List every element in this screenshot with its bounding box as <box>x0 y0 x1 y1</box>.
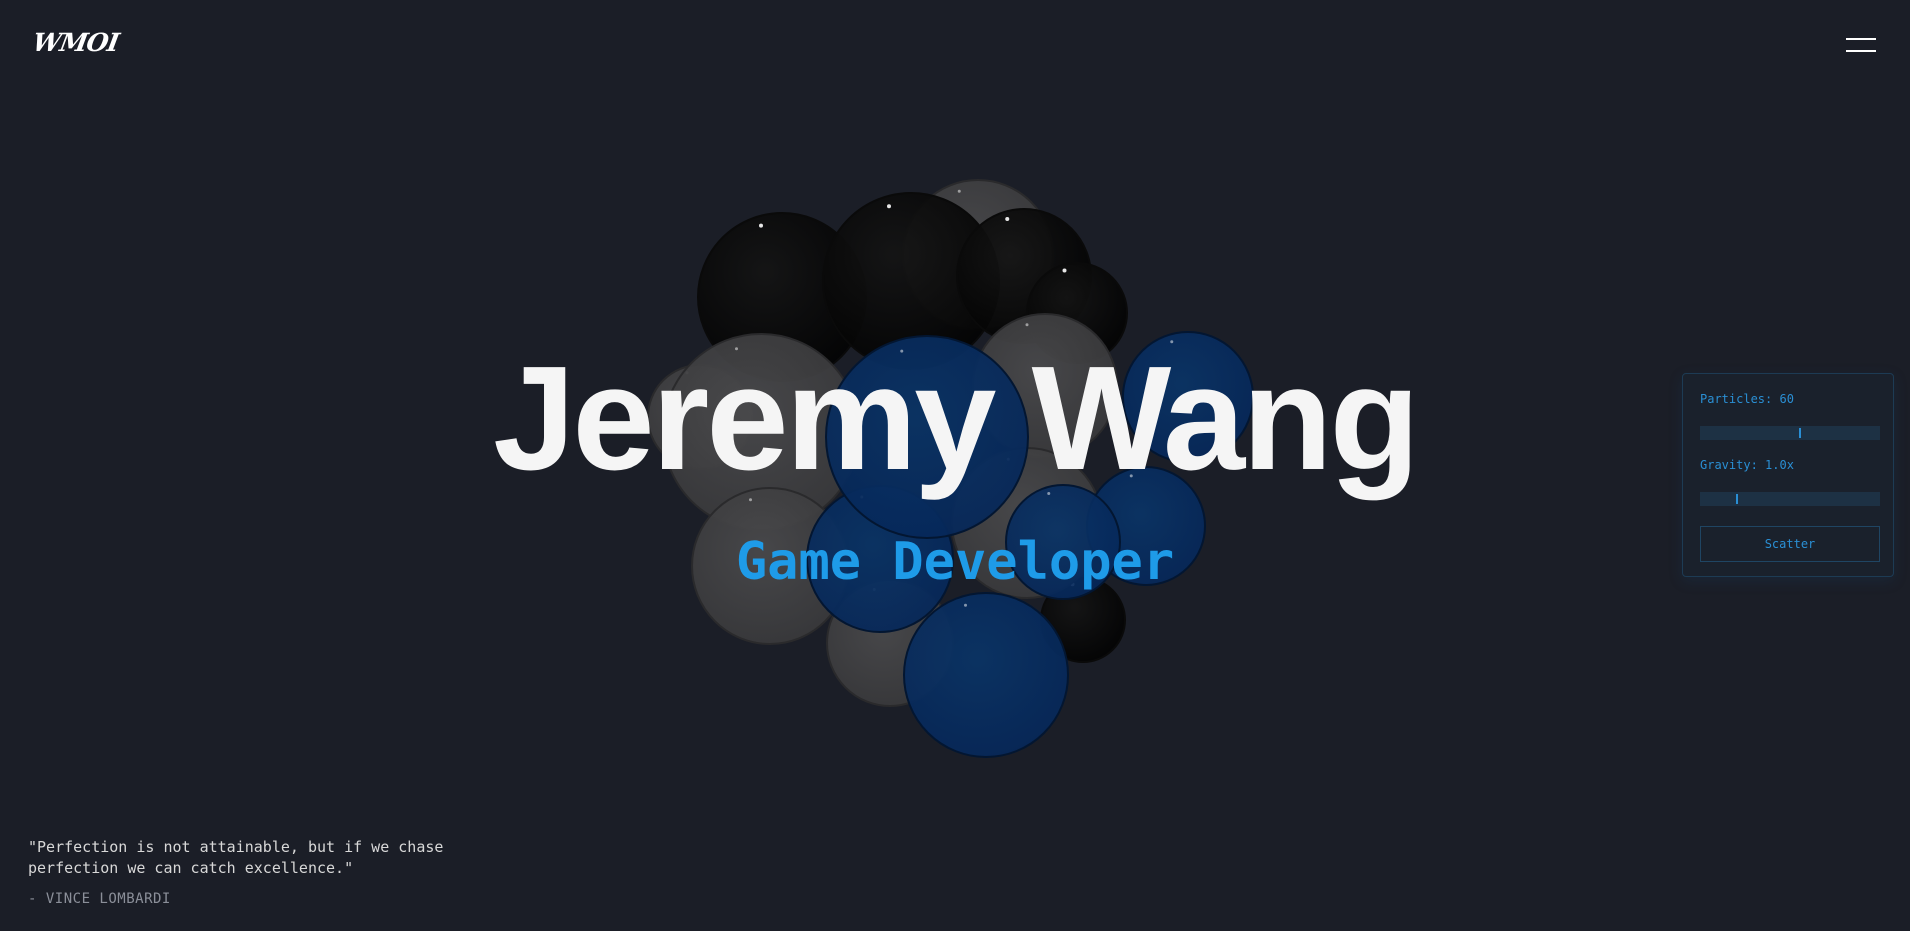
particles-label: Particles: 60 <box>1700 392 1794 406</box>
bubble-highlight <box>964 603 967 607</box>
gravity-slider-thumb[interactable] <box>1736 494 1738 504</box>
bubble-highlight <box>1005 217 1010 222</box>
particles-slider[interactable] <box>1700 426 1880 440</box>
gravity-label: Gravity: 1.0x <box>1700 458 1794 472</box>
hero-name: Jeremy Wang <box>493 336 1420 501</box>
quote-text: "Perfection is not attainable, but if we… <box>28 838 444 877</box>
bubble-highlight <box>957 189 961 193</box>
bubble-highlight <box>1025 323 1029 327</box>
bubble-particle <box>903 592 1069 758</box>
bubble-highlight <box>759 223 763 228</box>
hero-role: Game Developer <box>735 532 1175 592</box>
particles-slider-thumb[interactable] <box>1799 428 1801 438</box>
quote-author: - VINCE LOMBARDI <box>28 891 171 907</box>
physics-control-panel: Particles: 60 Gravity: 1.0x Scatter <box>1682 373 1894 577</box>
gravity-slider[interactable] <box>1700 492 1880 506</box>
bubble-highlight <box>887 204 891 209</box>
scatter-button[interactable]: Scatter <box>1700 526 1880 562</box>
bubble-highlight <box>1062 268 1067 273</box>
